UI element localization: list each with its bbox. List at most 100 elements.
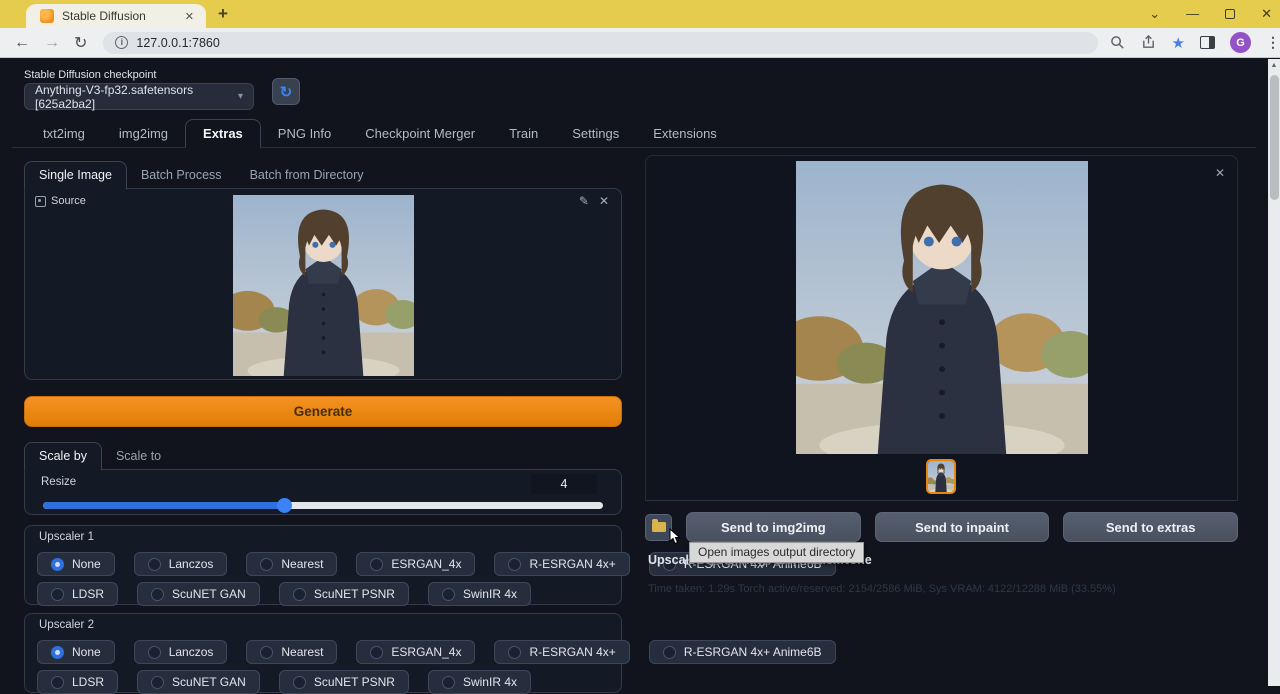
upscaler1-option-esrgan4x[interactable]: ESRGAN_4x xyxy=(356,552,475,576)
send-to-img2img-button[interactable]: Send to img2img xyxy=(686,512,861,542)
upscaler2-option-nearest[interactable]: Nearest xyxy=(246,640,337,664)
scale-tab-bar: Scale by Scale to xyxy=(24,441,622,470)
resize-label: Resize xyxy=(41,476,76,488)
browser-toolbar: ← → ↻ i 127.0.0.1:7860 ★ G ⋮ xyxy=(0,28,1280,58)
option-label: R-ESRGAN 4x+ xyxy=(529,645,615,659)
radio-icon xyxy=(151,588,164,601)
generate-button[interactable]: Generate xyxy=(24,396,622,427)
tooltip: Open images output directory xyxy=(689,542,864,563)
option-label: ESRGAN_4x xyxy=(391,645,461,659)
restore-button[interactable] xyxy=(1225,9,1235,19)
result-gallery-panel: ✕ xyxy=(645,155,1238,501)
edit-image-icon[interactable]: ✎ xyxy=(579,194,589,208)
main-tab-bar: txt2img img2img Extras PNG Info Checkpoi… xyxy=(12,119,1256,148)
gallery-close-icon[interactable]: ✕ xyxy=(1215,166,1225,180)
tab-scale-by[interactable]: Scale by xyxy=(24,442,102,471)
browser-tabstrip: Stable Diffusion ✕ + ⌄ — ✕ xyxy=(0,0,1280,28)
radio-icon xyxy=(508,558,521,571)
tab-extensions[interactable]: Extensions xyxy=(636,120,734,147)
radio-icon xyxy=(442,676,455,689)
radio-checked-icon xyxy=(51,558,64,571)
radio-icon xyxy=(293,588,306,601)
upscaler2-option-ldsr[interactable]: LDSR xyxy=(37,670,118,694)
radio-icon xyxy=(370,646,383,659)
tab-train[interactable]: Train xyxy=(492,120,555,147)
tab-single-image[interactable]: Single Image xyxy=(24,161,127,190)
result-image[interactable] xyxy=(796,161,1088,454)
tab-txt2img[interactable]: txt2img xyxy=(26,120,102,147)
send-to-extras-label: Send to extras xyxy=(1106,520,1196,535)
browser-tab[interactable]: Stable Diffusion ✕ xyxy=(26,4,206,28)
minimize-button[interactable]: — xyxy=(1186,0,1199,28)
resize-slider[interactable] xyxy=(43,502,603,509)
tab-png-info[interactable]: PNG Info xyxy=(261,120,348,147)
upscaler1-option-ldsr[interactable]: LDSR xyxy=(37,582,118,606)
upscaler1-option-scunet-gan[interactable]: ScuNET GAN xyxy=(137,582,260,606)
upscaler1-option-swinir4x[interactable]: SwinIR 4x xyxy=(428,582,531,606)
generate-label: Generate xyxy=(294,404,353,419)
page-info-icon[interactable]: i xyxy=(115,36,128,49)
upscaler1-option-nearest[interactable]: Nearest xyxy=(246,552,337,576)
upscaler2-option-none[interactable]: None xyxy=(37,640,115,664)
send-to-extras-button[interactable]: Send to extras xyxy=(1063,512,1238,542)
bookmark-star-icon[interactable]: ★ xyxy=(1172,34,1185,52)
upscaler2-option-swinir4x[interactable]: SwinIR 4x xyxy=(428,670,531,694)
webui-page: Stable Diffusion checkpoint Anything-V3-… xyxy=(0,59,1268,686)
upscaler1-option-lanczos[interactable]: Lanczos xyxy=(134,552,228,576)
forward-button[interactable]: → xyxy=(44,34,60,52)
tab-checkpoint-merger[interactable]: Checkpoint Merger xyxy=(348,120,492,147)
browser-tab-title: Stable Diffusion xyxy=(62,9,181,23)
upscaler2-option-lanczos[interactable]: Lanczos xyxy=(134,640,228,664)
back-button[interactable]: ← xyxy=(14,34,30,52)
upscaler2-option-scunet-psnr[interactable]: ScuNET PSNR xyxy=(279,670,409,694)
clear-image-icon[interactable]: ✕ xyxy=(599,194,609,208)
tab-close-icon[interactable]: ✕ xyxy=(181,8,198,25)
window-close-button[interactable]: ✕ xyxy=(1261,0,1272,28)
send-to-inpaint-button[interactable]: Send to inpaint xyxy=(875,512,1050,542)
option-label: SwinIR 4x xyxy=(463,587,517,601)
radio-icon xyxy=(260,558,273,571)
send-to-inpaint-label: Send to inpaint xyxy=(915,520,1009,535)
tab-batch-from-directory[interactable]: Batch from Directory xyxy=(236,162,378,189)
refresh-checkpoint-button[interactable]: ↻ xyxy=(272,78,300,105)
tab-scale-to[interactable]: Scale to xyxy=(102,443,175,470)
upscaler2-option-scunet-gan[interactable]: ScuNET GAN xyxy=(137,670,260,694)
checkpoint-select[interactable]: Anything-V3-fp32.safetensors [625a2ba2] … xyxy=(24,83,254,110)
side-panel-icon[interactable] xyxy=(1200,36,1215,49)
radio-icon xyxy=(148,558,161,571)
reload-button[interactable]: ↻ xyxy=(74,33,87,53)
upscaler2-option-resrgan4x[interactable]: R-ESRGAN 4x+ xyxy=(494,640,629,664)
scroll-up-icon[interactable]: ▲ xyxy=(1268,59,1280,69)
tab-batch-process[interactable]: Batch Process xyxy=(127,162,236,189)
new-tab-button[interactable]: + xyxy=(218,4,228,24)
upscaler2-panel: Upscaler 2 None Lanczos Nearest ESRGAN_4… xyxy=(24,613,622,693)
option-label: R-ESRGAN 4x+ xyxy=(529,557,615,571)
profile-avatar[interactable]: G xyxy=(1230,32,1251,53)
tab-settings[interactable]: Settings xyxy=(555,120,636,147)
option-label: Nearest xyxy=(281,645,323,659)
refresh-icon: ↻ xyxy=(280,83,293,101)
favicon-icon xyxy=(40,9,54,23)
browser-menu-icon[interactable]: ⋮ xyxy=(1266,34,1280,51)
upscaler2-option-esrgan4x[interactable]: ESRGAN_4x xyxy=(356,640,475,664)
upscaler1-option-resrgan4x[interactable]: R-ESRGAN 4x+ xyxy=(494,552,629,576)
zoom-icon[interactable] xyxy=(1110,35,1126,51)
share-icon[interactable] xyxy=(1141,35,1157,51)
radio-icon xyxy=(51,676,64,689)
tab-extras[interactable]: Extras xyxy=(185,119,261,148)
address-bar[interactable]: i 127.0.0.1:7860 xyxy=(103,32,1097,54)
radio-icon xyxy=(442,588,455,601)
result-thumbnail[interactable] xyxy=(926,459,956,494)
scrollbar-thumb[interactable] xyxy=(1270,75,1279,200)
source-image-panel[interactable]: Source ✎ ✕ xyxy=(24,188,622,380)
slider-thumb[interactable] xyxy=(277,498,292,513)
option-label: None xyxy=(72,645,101,659)
folder-icon xyxy=(652,522,666,532)
resize-value-input[interactable]: 4 xyxy=(531,474,597,494)
page-scrollbar[interactable]: ▲ xyxy=(1268,59,1280,686)
tab-img2img[interactable]: img2img xyxy=(102,120,185,147)
radio-icon xyxy=(151,676,164,689)
upscaler1-option-none[interactable]: None xyxy=(37,552,115,576)
upscaler1-option-scunet-psnr[interactable]: ScuNET PSNR xyxy=(279,582,409,606)
tab-search-icon[interactable]: ⌄ xyxy=(1149,0,1160,28)
